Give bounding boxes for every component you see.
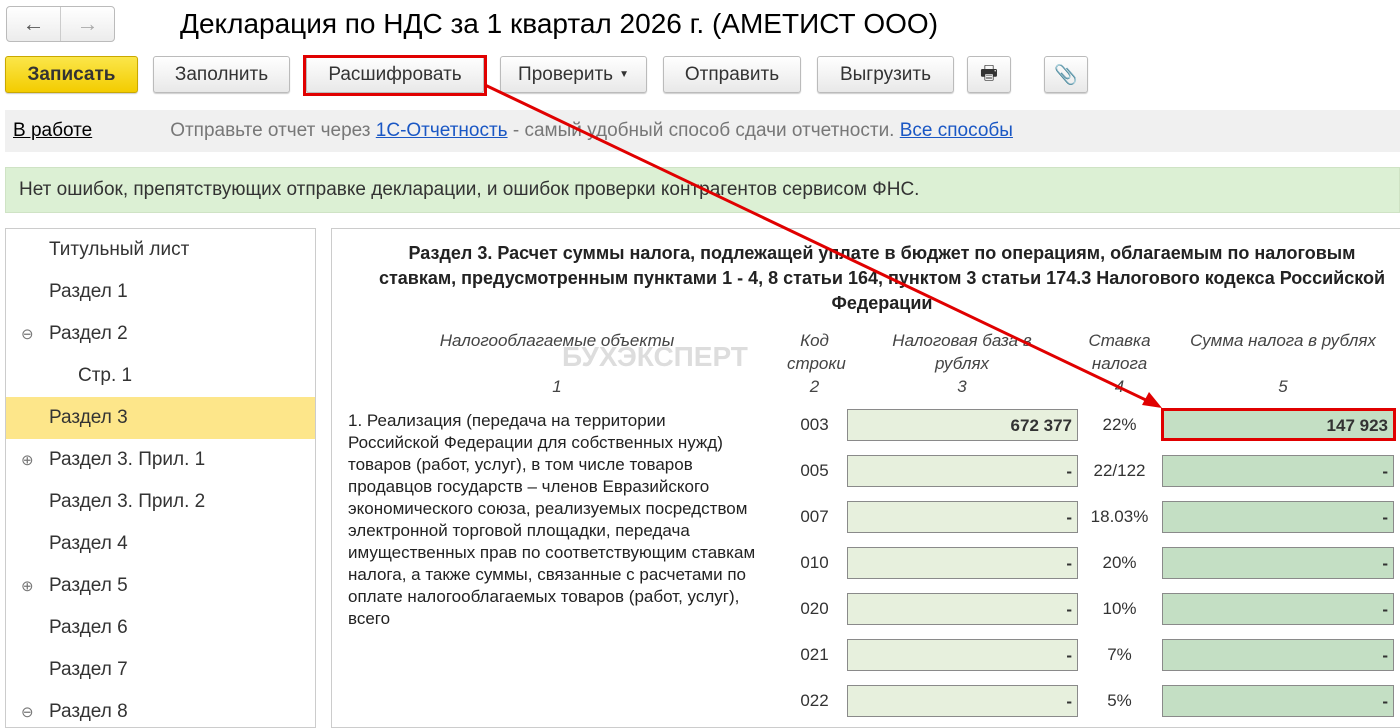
- annotation-arrow: [484, 83, 1162, 408]
